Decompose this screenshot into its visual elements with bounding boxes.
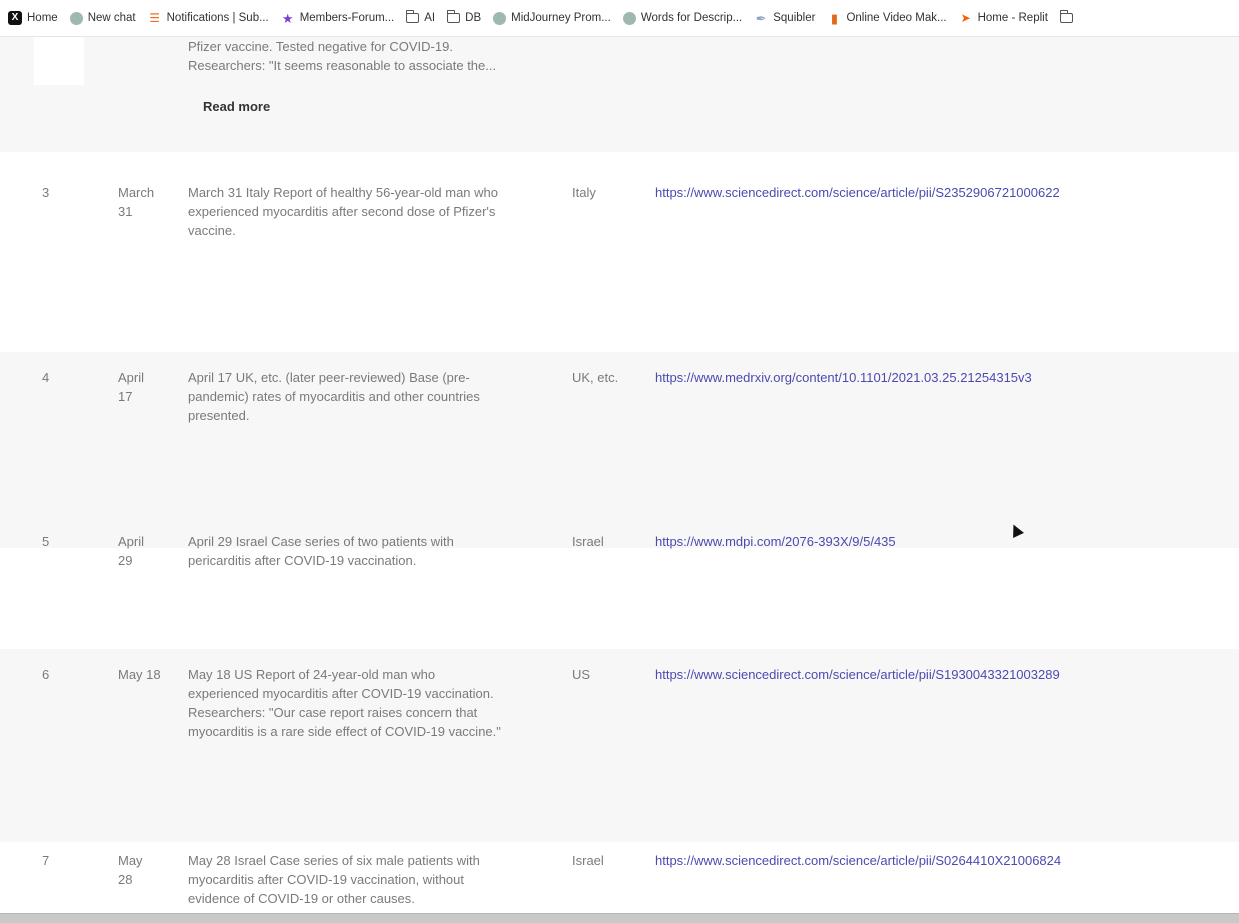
chatgpt-icon [493,11,507,25]
bookmark-label: AI [424,12,436,24]
row-date: April 17 [118,368,178,406]
row-date: May 18 [118,665,178,684]
bookmark-label: Online Video Mak... [846,12,947,24]
row-number: 4 [42,370,50,385]
folder-icon [406,10,420,23]
row-description: April 17 UK, etc. (later peer-reviewed) … [188,368,548,425]
bookmark-label: Words for Descrip... [640,12,743,24]
row-date: April 29 [118,532,178,570]
bookmark-midjourney[interactable]: MidJourney Prom... [493,11,611,25]
row-country: Italy [572,185,596,200]
description-line: Pfizer vaccine. Tested negative for COVI… [188,39,453,54]
bookmark-members-forum[interactable]: ★ Members-Forum... [281,10,395,26]
bookmark-squibler[interactable]: ✒ Squibler [754,10,816,26]
row-description: April 29 Israel Case series of two patie… [188,532,548,570]
description-line: April 17 UK, etc. (later peer-reviewed) … [188,370,470,385]
row-country: Israel [572,853,604,868]
row-description: Pfizer vaccine. Tested negative for COVI… [188,37,548,75]
row-number: 3 [42,185,50,200]
bookmark-notifications[interactable]: ☰ Notifications | Sub... [148,11,269,25]
row-source-link[interactable]: https://www.medrxiv.org/content/10.1101/… [655,368,1230,387]
date-line: 28 [118,872,133,887]
bookmark-online-video[interactable]: ▮ Online Video Mak... [827,10,947,26]
row-number: 7 [42,853,50,868]
description-line: Researchers: "It seems reasonable to ass… [188,58,497,73]
row-description: March 31 Italy Report of healthy 56-year… [188,183,548,240]
substack-icon: ☰ [149,11,160,25]
bolt-icon: ▮ [830,10,839,26]
row-description: May 18 US Report of 24-year-old man who … [188,665,548,741]
bookmark-label: Members-Forum... [299,12,395,24]
description-line: May 28 Israel Case series of six male pa… [188,853,480,868]
description-line: presented. [188,408,250,423]
row-source-link[interactable]: https://www.sciencedirect.com/science/ar… [655,665,1230,684]
date-line: April [118,370,145,385]
row-country: Israel [572,534,604,549]
timeline-table: Pfizer vaccine. Tested negative for COVI… [0,37,1239,914]
chatgpt-icon [69,11,83,25]
date-line: 17 [118,389,133,404]
description-line: myocarditis is a rare side effect of COV… [188,724,501,739]
date-line: May 18 [118,667,161,682]
read-more-link[interactable]: Read more [203,99,270,114]
description-line: myocarditis after COVID-19 vaccination, … [188,872,464,887]
bookmark-new-chat[interactable]: New chat [69,11,136,25]
date-line: April [118,534,145,549]
description-line: vaccine. [188,223,236,238]
replit-icon: ➤ [960,11,971,25]
folder-icon [447,10,461,23]
browser-viewport: X Home New chat ☰ Notifications | Sub...… [0,0,1239,923]
x-icon: X [8,11,22,25]
row-date: May 28 [118,851,178,889]
date-line: March [118,185,155,200]
row-source-link[interactable]: https://www.sciencedirect.com/science/ar… [655,851,1230,870]
feather-icon: ✒ [755,10,767,26]
table-row: 3 March 31 March 31 Italy Report of heal… [0,152,1239,352]
star-icon: ★ [281,10,294,26]
description-line: evidence of COVID-19 or other causes. [188,891,415,906]
bookmark-replit[interactable]: ➤ Home - Replit [959,11,1048,25]
description-line: April 29 Israel Case series of two patie… [188,534,454,549]
bookmark-folder-db[interactable]: DB [447,10,482,24]
table-row: 5 April 29 April 29 Israel Case series o… [0,534,1239,649]
date-line: 29 [118,553,133,568]
row-date: March 31 [118,183,178,221]
bookmark-label: MidJourney Prom... [511,12,611,24]
description-line: experienced myocarditis after COVID-19 v… [188,686,494,701]
row-number: 6 [42,667,50,682]
bookmark-label: Home - Replit [977,12,1048,24]
bookmark-label: Home [27,12,58,24]
description-line: pandemic) rates of myocarditis and other… [188,389,480,404]
chatgpt-icon [622,11,636,25]
date-line: 31 [118,204,133,219]
table-row: 4 April 17 April 17 UK, etc. (later peer… [0,352,1239,548]
description-line: pericarditis after COVID-19 vaccination. [188,553,417,568]
bookmark-folder-ai[interactable]: AI [406,10,436,24]
description-line: May 18 US Report of 24-year-old man who [188,667,436,682]
row-source-link[interactable]: https://www.sciencedirect.com/science/ar… [655,183,1230,202]
row-number: 5 [42,534,50,549]
table-row: 7 May 28 May 28 Israel Case series of si… [0,842,1239,914]
date-line: May [118,853,143,868]
bookmark-label: Notifications | Sub... [166,12,269,24]
description-line: March 31 Italy Report of healthy 56-year… [188,185,498,200]
description-line: Researchers: "Our case report raises con… [188,705,478,720]
bookmark-label: DB [465,12,482,24]
bookmarks-bar: X Home New chat ☰ Notifications | Sub...… [0,0,1239,37]
folder-icon [1059,10,1073,23]
description-line: experienced myocarditis after second dos… [188,204,496,219]
row-description: May 28 Israel Case series of six male pa… [188,851,548,908]
bookmark-label: New chat [87,12,136,24]
cell-placeholder [34,37,84,85]
row-country: US [572,667,591,682]
row-country: UK, etc. [572,370,619,385]
horizontal-scrollbar[interactable] [0,913,1239,923]
bookmark-home-x[interactable]: X Home [8,11,58,25]
bookmark-overflow-folder[interactable] [1059,10,1073,23]
table-row: 6 May 18 May 18 US Report of 24-year-old… [0,649,1239,842]
bookmark-words[interactable]: Words for Descrip... [622,11,743,25]
bookmark-label: Squibler [773,12,816,24]
table-row: Pfizer vaccine. Tested negative for COVI… [0,37,1239,152]
row-source-link[interactable]: https://www.mdpi.com/2076-393X/9/5/435 [655,532,1230,551]
